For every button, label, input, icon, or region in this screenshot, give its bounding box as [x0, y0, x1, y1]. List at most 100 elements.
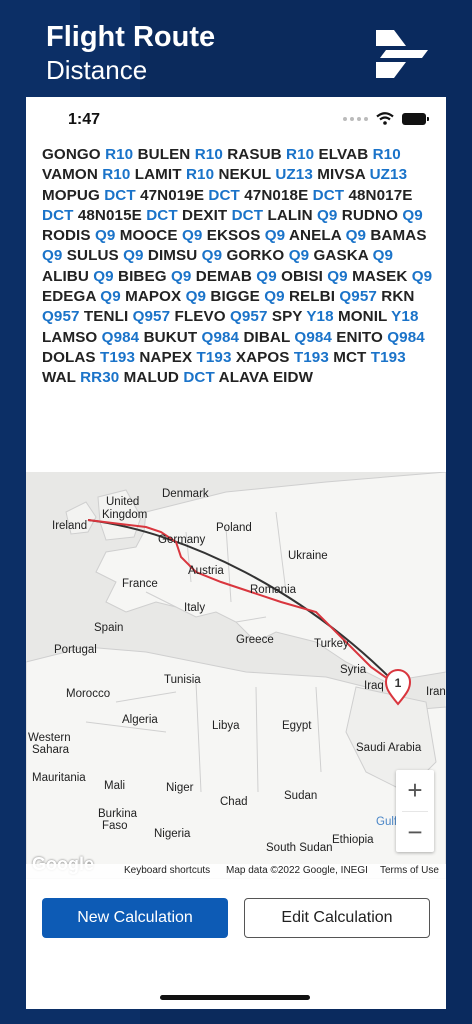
edit-calculation-button[interactable]: Edit Calculation: [244, 898, 430, 938]
route-map[interactable]: 1 Ireland United Kingdom Denmark Poland Germa…: [26, 472, 446, 879]
waypoint-token: GASKA: [313, 247, 369, 265]
map-label-germany: Germany: [158, 534, 206, 546]
waypoint-token: ENITO: [336, 328, 383, 346]
airway-token: DCT: [312, 186, 345, 204]
waypoint-token: EKSOS: [206, 227, 261, 245]
waypoint-token: OBISI: [281, 267, 323, 285]
terms-of-use-link[interactable]: Terms of Use: [380, 865, 439, 876]
map-label-denmark: Denmark: [162, 488, 209, 500]
airway-token: Q9: [411, 267, 433, 285]
airway-token: T193: [196, 348, 232, 366]
waypoint-token: RKN: [381, 288, 415, 306]
map-label-romania: Romania: [250, 584, 297, 596]
airway-token: Q984: [387, 328, 425, 346]
waypoint-token: DEMAB: [195, 267, 252, 285]
map-label-kingdom: Kingdom: [102, 509, 148, 521]
waypoint-token: MOPUG: [42, 186, 100, 204]
waypoint-token: MALUD: [123, 369, 180, 387]
waypoint-token: ANELA: [288, 227, 342, 245]
airway-token: Y18: [391, 308, 419, 326]
new-calculation-button[interactable]: New Calculation: [42, 898, 228, 938]
waypoint-token: DIBAL: [243, 328, 291, 346]
airway-token: Q9: [317, 206, 338, 224]
airway-token: Q9: [170, 267, 192, 285]
airway-token: Q9: [288, 247, 310, 265]
airway-token: Q9: [345, 227, 367, 245]
waypoint-token: MCT: [333, 348, 367, 366]
waypoint-token: BUKUT: [143, 328, 198, 346]
airway-token: RR30: [80, 369, 120, 387]
map-label-iran: Iran: [426, 686, 446, 698]
airway-token: R10: [194, 146, 223, 163]
airway-token: Q957: [132, 308, 171, 326]
waypoint-token: DIMSU: [147, 247, 198, 265]
airway-token: Q957: [229, 308, 268, 326]
map-label-algeria: Algeria: [122, 714, 158, 726]
airway-token: DCT: [42, 206, 74, 224]
map-label-sudan: Sudan: [284, 790, 318, 802]
zoom-control: + −: [396, 770, 434, 852]
phone-screen: 1:47 GONGO R10 BULEN R10 RASUB R10 ELVAB…: [26, 97, 446, 1009]
map-label-portugal: Portugal: [54, 644, 97, 656]
waypoint-token: MASEK: [352, 267, 408, 285]
zoom-in-button[interactable]: +: [396, 770, 434, 811]
airway-token: DCT: [146, 206, 178, 224]
airway-token: DCT: [208, 186, 240, 204]
airway-token: R10: [286, 146, 315, 163]
map-label-niger: Niger: [166, 782, 194, 794]
map-label-turkey: Turkey: [314, 638, 349, 650]
airway-token: Q984: [201, 328, 240, 346]
airway-token: T193: [370, 348, 406, 366]
waypoint-token: TENLI: [83, 308, 129, 326]
status-time: 1:47: [68, 111, 101, 128]
airway-token: Q957: [339, 288, 377, 306]
map-label-syria: Syria: [340, 664, 367, 676]
waypoint-token: DEXIT: [182, 206, 228, 224]
waypoint-token: LAMSO: [42, 328, 98, 346]
waypoint-token: 48N015E: [77, 206, 142, 224]
waypoint-token: ALIBU: [42, 267, 89, 285]
map-label-ukraine: Ukraine: [288, 550, 328, 562]
waypoint-token: GONGO: [42, 146, 101, 163]
airway-token: Q9: [264, 227, 286, 245]
map-label-austria: Austria: [188, 565, 224, 577]
map-label-france: France: [122, 578, 158, 590]
map-label-sahara: Sahara: [32, 744, 70, 756]
waypoint-token: LAMIT: [134, 166, 182, 184]
airway-token: Q9: [264, 288, 285, 306]
waypoint-token: MIVSA: [317, 166, 366, 184]
waypoint-token: SULUS: [66, 247, 119, 265]
airway-token: Q9: [256, 267, 277, 285]
waypoint-token: BAMAS: [370, 227, 427, 245]
marker-label: 1: [395, 676, 402, 690]
airway-token: UZ13: [369, 166, 408, 184]
airway-token: Q9: [123, 247, 144, 265]
waypoint-token: RUDNO: [341, 206, 398, 224]
map-label-nigeria: Nigeria: [154, 828, 191, 840]
waypoint-token: RASUB: [227, 146, 282, 163]
home-indicator: [160, 995, 310, 1000]
status-bar: 1:47: [26, 97, 446, 141]
map-label-tunisia: Tunisia: [164, 674, 201, 686]
airway-token: Q984: [101, 328, 140, 346]
airway-token: Q9: [181, 227, 203, 245]
airway-token: R10: [102, 166, 131, 184]
zoom-out-button[interactable]: −: [396, 812, 434, 853]
map-label-spain: Spain: [94, 622, 124, 634]
keyboard-shortcuts-link[interactable]: Keyboard shortcuts: [124, 865, 210, 876]
map-label-united: United: [106, 496, 140, 508]
map-label-faso: Faso: [102, 820, 128, 832]
map-data-attribution: Map data ©2022 Google, INEGI: [226, 865, 368, 876]
map-label-mauritania: Mauritania: [32, 772, 86, 784]
waypoint-token: EIDW: [272, 369, 314, 387]
map-label-greece: Greece: [236, 634, 274, 646]
waypoint-token: MONIL: [337, 308, 388, 326]
waypoint-token: VAMON: [42, 166, 98, 184]
waypoint-token: ELVAB: [318, 146, 369, 163]
waypoint-token: RELBI: [288, 288, 336, 306]
airway-token: Q9: [93, 267, 114, 285]
airway-token: R10: [105, 146, 134, 163]
waypoint-token: BIBEG: [118, 267, 167, 285]
airway-token: DCT: [183, 369, 215, 387]
map-label-gulf: Gulf: [376, 816, 398, 828]
